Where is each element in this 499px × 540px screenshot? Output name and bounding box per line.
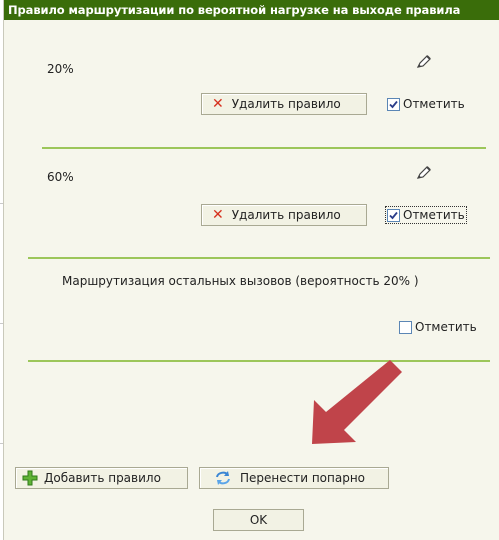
swap-pairs-button[interactable]: Перенести попарно: [199, 467, 389, 489]
divider: [42, 147, 486, 149]
divider: [28, 360, 490, 362]
add-rule-label: Добавить правило: [44, 471, 161, 485]
close-icon: ✕: [212, 96, 224, 112]
delete-rule-label: Удалить правило: [231, 208, 341, 222]
rule-percent: 20%: [47, 62, 74, 76]
ok-button[interactable]: OK: [213, 509, 304, 531]
close-icon: ✕: [212, 207, 224, 223]
mark-label: Отметить: [403, 97, 465, 111]
delete-rule-button[interactable]: ✕ Удалить правило: [201, 204, 367, 226]
delete-rule-label: Удалить правило: [231, 97, 341, 111]
mark-checkbox[interactable]: Отметить: [399, 320, 477, 334]
ok-label: OK: [249, 513, 268, 527]
pencil-icon[interactable]: [415, 165, 433, 181]
pencil-icon[interactable]: [415, 54, 433, 70]
remaining-routing-text: Маршрутизация остальных вызовов (вероятн…: [62, 274, 419, 288]
mark-checkbox[interactable]: Отметить: [385, 206, 467, 224]
mark-checkbox[interactable]: Отметить: [387, 97, 465, 111]
plus-icon: [22, 470, 38, 486]
refresh-icon: [214, 470, 232, 486]
routing-rule-dialog: Правило маршрутизации по вероятной нагру…: [3, 0, 499, 540]
checkbox-box[interactable]: [387, 97, 400, 111]
divider: [28, 257, 490, 259]
annotation-arrow: [312, 360, 402, 444]
checkbox-box[interactable]: [387, 208, 400, 222]
rule-percent: 60%: [47, 170, 74, 184]
swap-pairs-label: Перенести попарно: [240, 471, 366, 485]
add-rule-button[interactable]: Добавить правило: [15, 467, 188, 489]
delete-rule-button[interactable]: ✕ Удалить правило: [201, 93, 367, 115]
checkbox-box[interactable]: [399, 320, 412, 334]
mark-label: Отметить: [403, 208, 465, 222]
dialog-title: Правило маршрутизации по вероятной нагру…: [4, 0, 499, 20]
mark-label: Отметить: [415, 320, 477, 334]
